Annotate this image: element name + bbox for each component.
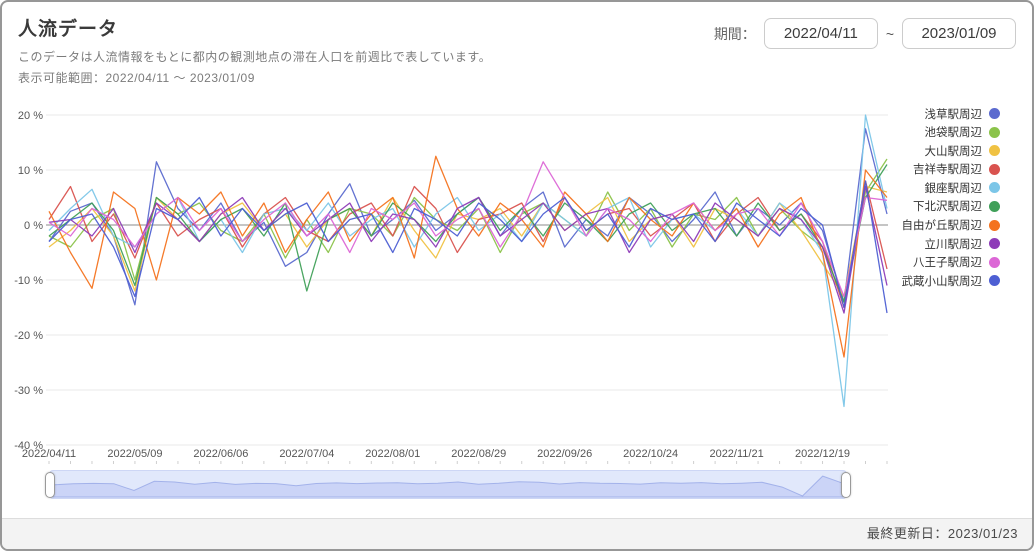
period-label: 期間： bbox=[713, 25, 756, 42]
legend-item-jiyugaoka[interactable]: 自由が丘駅周辺 bbox=[901, 219, 1000, 233]
footer-bar: 最終更新日：2023/01/23 bbox=[2, 518, 1032, 549]
x-tick-label: 2022/12/19 bbox=[795, 448, 850, 460]
people-flow-dashboard: 人流データ このデータは人流情報をもとに都内の観測地点の滞在人口を前週比で表して… bbox=[0, 0, 1034, 551]
series-line-jiyugaoka[interactable] bbox=[48, 155, 888, 358]
y-tick-label: -20 % bbox=[14, 330, 43, 342]
legend-item-ikebukuro[interactable]: 池袋駅周辺 bbox=[902, 126, 1000, 140]
x-tick-label: 2022/08/01 bbox=[365, 448, 420, 460]
legend-label: 武蔵小山駅周辺 bbox=[901, 275, 983, 288]
x-tick-label: 2022/10/24 bbox=[623, 448, 678, 460]
legend-dot bbox=[989, 200, 1000, 212]
period-separator: ~ bbox=[885, 25, 894, 42]
y-tick-label: -30 % bbox=[14, 385, 43, 397]
header: 人流データ このデータは人流情報をもとに都内の観測地点の滞在人口を前週比で表して… bbox=[18, 14, 491, 86]
x-tick-label: 2022/11/21 bbox=[709, 448, 763, 460]
legend-label: 下北沢駅周辺 bbox=[913, 201, 982, 214]
legend-item-oyama[interactable]: 大山駅周辺 bbox=[902, 144, 1000, 158]
y-tick-label: 0 % bbox=[24, 220, 43, 232]
x-tick-label: 2022/09/26 bbox=[537, 448, 592, 460]
legend-label: 八王子駅周辺 bbox=[913, 257, 982, 270]
slider-handle-left[interactable] bbox=[45, 471, 55, 498]
x-tick-label: 2022/06/06 bbox=[193, 448, 248, 460]
slider-minichart bbox=[52, 475, 844, 498]
chart-legend: 浅草駅周辺池袋駅周辺大山駅周辺吉祥寺駅周辺銀座駅周辺下北沢駅周辺自由が丘駅周辺立… bbox=[901, 107, 1000, 293]
y-tick-label: 20 % bbox=[18, 110, 43, 122]
legend-label: 池袋駅周辺 bbox=[924, 127, 983, 140]
legend-item-ginza[interactable]: 銀座駅周辺 bbox=[902, 181, 1000, 195]
legend-item-hachioji[interactable]: 八王子駅周辺 bbox=[902, 256, 1000, 270]
legend-dot bbox=[989, 275, 1000, 287]
legend-dot bbox=[989, 182, 1000, 194]
x-tick-label: 2022/04/11 bbox=[22, 448, 76, 460]
legend-label: 大山駅周辺 bbox=[924, 145, 983, 158]
y-tick-label: 10 % bbox=[18, 165, 43, 177]
legend-dot bbox=[989, 126, 1000, 138]
legend-item-shimokitazawa[interactable]: 下北沢駅周辺 bbox=[902, 200, 1000, 214]
legend-dot bbox=[989, 145, 1000, 157]
legend-label: 自由が丘駅周辺 bbox=[901, 220, 983, 233]
legend-item-tachikawa[interactable]: 立川駅周辺 bbox=[902, 237, 1000, 251]
page-title: 人流データ bbox=[18, 19, 119, 40]
y-tick-label: -10 % bbox=[14, 275, 43, 287]
legend-dot bbox=[989, 163, 1000, 175]
legend-label: 立川駅周辺 bbox=[924, 238, 983, 251]
legend-dot bbox=[989, 256, 1000, 268]
legend-dot bbox=[989, 108, 1000, 119]
legend-item-asakusa[interactable]: 浅草駅周辺 bbox=[902, 107, 1000, 121]
x-tick-label: 2022/08/29 bbox=[451, 448, 506, 460]
legend-item-kichijoji[interactable]: 吉祥寺駅周辺 bbox=[902, 163, 1000, 177]
slider-handle-right[interactable] bbox=[841, 471, 851, 498]
page-subtitle: このデータは人流情報をもとに都内の観測地点の滞在人口を前週比で表しています。 bbox=[18, 50, 492, 64]
last-updated: 最終更新日：2023/01/23 bbox=[866, 526, 1018, 541]
legend-dot bbox=[989, 219, 1000, 231]
x-tick-label: 2022/05/09 bbox=[107, 448, 162, 460]
series-line-shimokitazawa[interactable] bbox=[48, 164, 888, 303]
legend-item-musashikoyama[interactable]: 武蔵小山駅周辺 bbox=[901, 274, 1000, 288]
period-controls: 期間： ~ bbox=[714, 18, 1016, 49]
legend-label: 銀座駅周辺 bbox=[924, 182, 983, 195]
legend-label: 浅草駅周辺 bbox=[924, 108, 983, 121]
legend-dot bbox=[989, 238, 1000, 250]
range-slider[interactable] bbox=[45, 470, 851, 499]
period-start-input[interactable] bbox=[763, 18, 878, 49]
minichart-area bbox=[52, 475, 844, 498]
series-line-hachioji[interactable] bbox=[48, 161, 888, 298]
x-tick-label: 2022/07/04 bbox=[279, 448, 334, 460]
series-line-ginza[interactable] bbox=[48, 114, 888, 408]
period-end-input[interactable] bbox=[902, 18, 1016, 49]
available-range: 表示可能範囲：2022/04/11 ～ 2023/01/09 bbox=[18, 71, 255, 85]
line-chart[interactable]: 20 %10 %0 %-10 %-20 %-30 %-40 %2022/04/1… bbox=[10, 98, 910, 470]
legend-label: 吉祥寺駅周辺 bbox=[913, 164, 982, 177]
